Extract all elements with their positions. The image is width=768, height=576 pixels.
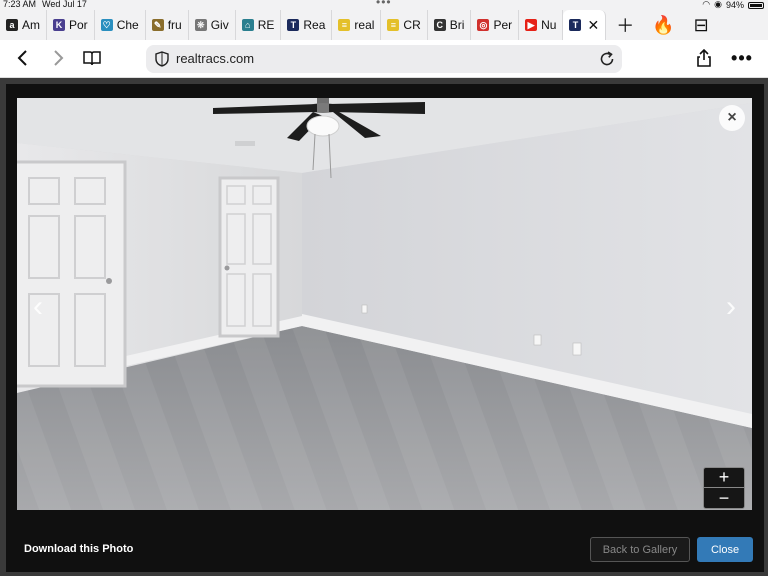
- youtube-icon: ▶: [525, 19, 538, 31]
- heart-icon: ♡: [100, 19, 113, 31]
- home-icon: ⌂: [241, 19, 254, 31]
- tab-1[interactable]: K Por: [47, 10, 95, 40]
- status-bar: 7:23 AM Wed Jul 17 ••• ◠ ◉ 94%: [0, 0, 768, 10]
- address-bar[interactable]: realtracs.com: [146, 45, 622, 73]
- amazon-icon: a: [6, 19, 18, 31]
- target-icon: ◎: [477, 19, 490, 31]
- close-photo-icon[interactable]: ×: [719, 105, 745, 131]
- battery-percent: 94%: [725, 0, 744, 10]
- status-time: 7:23 AM: [3, 0, 37, 9]
- tab-label: real: [354, 18, 375, 32]
- tab-2[interactable]: ♡ Che: [95, 10, 146, 40]
- tab-0[interactable]: a Am: [0, 10, 47, 40]
- forward-button[interactable]: [47, 47, 69, 69]
- tab-3[interactable]: ✎ fru: [146, 10, 189, 40]
- navigation-bar: realtracs.com •••: [0, 40, 768, 78]
- flame-icon[interactable]: 🔥: [644, 10, 682, 40]
- tab-9[interactable]: C Bri: [428, 10, 472, 40]
- bookmarks-icon[interactable]: [81, 47, 103, 69]
- cr-icon: ≡: [387, 19, 400, 31]
- location-icon: ◉: [714, 0, 722, 9]
- wifi-icon: ◠: [702, 0, 711, 9]
- realtor-icon: ≡: [338, 19, 351, 31]
- tab-label: Giv: [210, 18, 229, 32]
- bri-icon: C: [433, 19, 446, 31]
- tab-label: Rea: [303, 18, 326, 32]
- tab-6[interactable]: T Rea: [281, 10, 333, 40]
- battery-icon: [748, 1, 764, 9]
- multitask-dots-icon[interactable]: •••: [376, 0, 392, 9]
- tab-active[interactable]: T ✕: [563, 10, 607, 40]
- realtracs-icon: T: [287, 19, 300, 31]
- tab-label: fru: [167, 18, 182, 32]
- tab-5[interactable]: ⌂ RE: [236, 10, 282, 40]
- tab-10[interactable]: ◎ Per: [471, 10, 520, 40]
- close-tab-icon[interactable]: ✕: [587, 17, 599, 34]
- back-button[interactable]: [12, 47, 34, 69]
- status-right: ◠ ◉ 94%: [702, 0, 764, 10]
- tab-label: RE: [257, 18, 275, 32]
- tab-label: Bri: [449, 18, 465, 32]
- tab-4[interactable]: ❊ Giv: [189, 10, 236, 40]
- give-icon: ❊: [194, 19, 207, 31]
- tab-label: Por: [69, 18, 88, 32]
- new-tab-button[interactable]: ＋: [606, 10, 644, 40]
- next-photo-arrow-icon[interactable]: ›: [719, 290, 743, 324]
- realtracs-icon: T: [569, 19, 582, 31]
- tab-label: Am: [22, 18, 40, 32]
- prev-photo-arrow-icon[interactable]: ‹: [26, 290, 50, 324]
- tab-label: CR: [403, 18, 421, 32]
- tab-overview-icon[interactable]: ⊟: [682, 10, 720, 40]
- download-photo-link[interactable]: Download this Photo: [24, 543, 133, 555]
- share-icon[interactable]: [693, 47, 715, 69]
- tab-8[interactable]: ≡ CR: [381, 10, 428, 40]
- status-date: Wed Jul 17: [42, 0, 87, 9]
- fruit-icon: ✎: [151, 19, 164, 31]
- close-button[interactable]: Close: [697, 537, 753, 562]
- shield-icon: [155, 51, 169, 67]
- zoom-in-button[interactable]: +: [704, 467, 744, 488]
- portal-icon: K: [53, 19, 65, 31]
- tab-bar: a Am K Por ♡ Che ✎ fru ❊ Giv ⌂ RE T Rea ≡ real ≡ CR C Bri ◎ P…: [0, 10, 768, 40]
- url-text: realtracs.com: [176, 51, 255, 66]
- more-options-icon[interactable]: •••: [731, 47, 753, 69]
- tab-label: Nu: [541, 18, 557, 32]
- back-to-gallery-button[interactable]: Back to Gallery: [590, 537, 690, 562]
- zoom-out-button[interactable]: −: [704, 488, 744, 508]
- reload-icon[interactable]: [598, 50, 616, 68]
- zoom-controls: + −: [703, 467, 745, 509]
- tab-label: Che: [116, 18, 139, 32]
- tab-label: Per: [493, 18, 513, 32]
- listing-photo[interactable]: [17, 98, 752, 510]
- tab-7[interactable]: ≡ real: [332, 10, 382, 40]
- tab-11[interactable]: ▶ Nu: [519, 10, 564, 40]
